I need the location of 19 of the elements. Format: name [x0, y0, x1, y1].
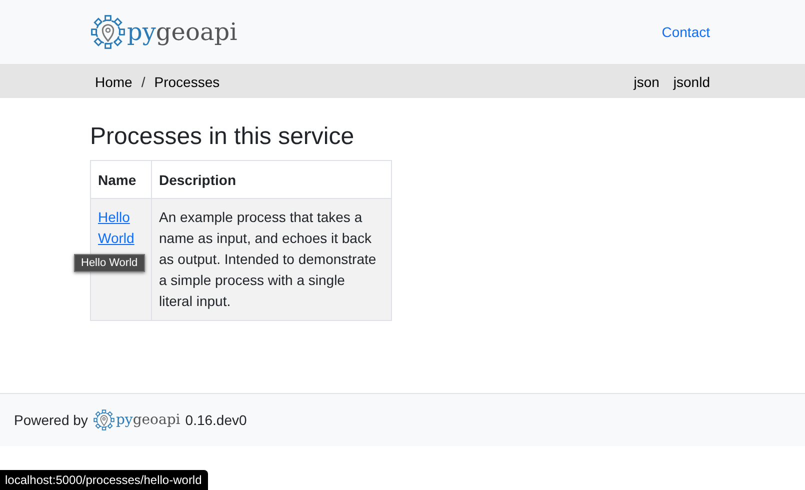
- breadcrumb-link[interactable]: Home: [95, 74, 132, 90]
- gear-pin-icon: [92, 409, 115, 431]
- process-link[interactable]: Hello World: [98, 207, 144, 249]
- logo-wordmark: pygeoapi: [116, 412, 180, 428]
- page-title: Processes in this service: [90, 122, 356, 152]
- format-link[interactable]: jsonld: [673, 74, 710, 90]
- footer-text: Powered by: [14, 412, 88, 428]
- breadcrumb-separator: /: [141, 74, 146, 90]
- nav-link[interactable]: Contact: [662, 24, 710, 40]
- status-bar-url: localhost:5000/processes/hello-world: [0, 470, 208, 490]
- format-link[interactable]: json: [634, 74, 660, 90]
- breadcrumb-link[interactable]: Processes: [154, 74, 220, 90]
- tooltip: Hello World: [74, 254, 145, 272]
- logo-wordmark[interactable]: pygeoapi: [127, 18, 238, 46]
- gear-pin-icon: [90, 14, 126, 50]
- version-text: 0.16.dev0: [185, 412, 247, 428]
- process-description: An example process that takes a name as input, and echoes it back as output. Intended to demonstrate a simple process with a single literal input.: [159, 208, 378, 311]
- column-header: Name: [90, 160, 152, 198]
- column-header: Description: [152, 160, 392, 198]
